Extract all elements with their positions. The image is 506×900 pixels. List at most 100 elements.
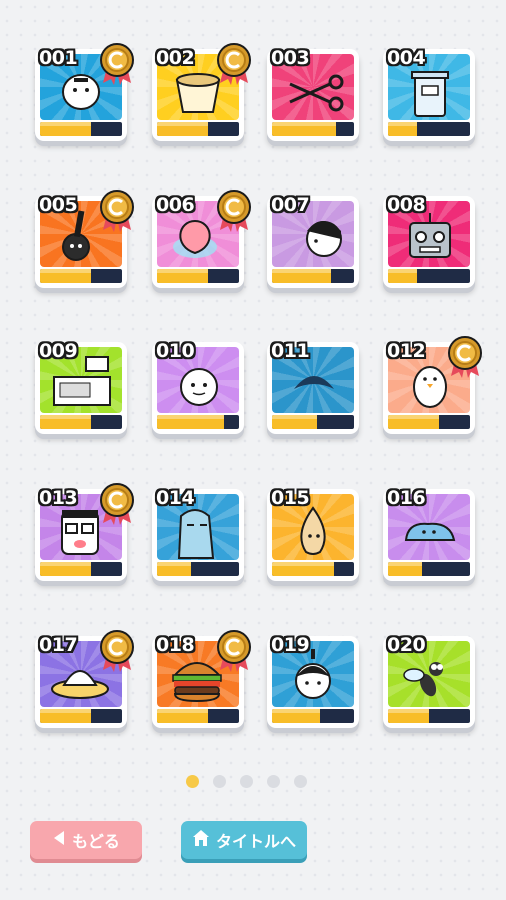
- page-dot[interactable]: [294, 775, 307, 788]
- progress-fill: [388, 415, 439, 429]
- gold-medal-icon: [97, 628, 137, 672]
- collection-card[interactable]: 009: [35, 340, 127, 434]
- gold-medal-icon: [214, 628, 254, 672]
- card-number: 020: [387, 634, 426, 656]
- collection-card[interactable]: 003: [267, 47, 359, 141]
- page-dot[interactable]: [240, 775, 253, 788]
- card-number: 013: [39, 487, 78, 509]
- card-number: 010: [156, 340, 195, 362]
- progress-fill: [40, 269, 91, 283]
- progress-bar: [272, 269, 354, 283]
- progress-fill: [157, 562, 192, 576]
- progress-fill: [40, 122, 91, 136]
- progress-bar: [40, 269, 122, 283]
- back-button[interactable]: もどる: [30, 821, 142, 859]
- collection-card[interactable]: 017: [35, 630, 134, 728]
- title-button-label: タイトルへ: [215, 832, 296, 851]
- page-dot[interactable]: [267, 775, 280, 788]
- progress-bar: [40, 415, 122, 429]
- progress-bar: [388, 122, 470, 136]
- progress-bar: [40, 562, 122, 576]
- progress-fill: [157, 269, 208, 283]
- progress-fill: [388, 122, 417, 136]
- card-number: 001: [39, 47, 78, 69]
- progress-bar: [388, 562, 470, 576]
- collection-card[interactable]: 002: [152, 43, 251, 141]
- title-button[interactable]: タイトルへ: [181, 821, 307, 859]
- gold-medal-icon: [445, 334, 485, 378]
- progress-bar: [272, 122, 354, 136]
- gold-medal-icon: [214, 41, 254, 85]
- progress-bar: [388, 415, 470, 429]
- progress-fill: [40, 415, 91, 429]
- home-icon: [192, 829, 210, 851]
- collection-card[interactable]: 015: [267, 487, 359, 581]
- card-number: 007: [271, 194, 310, 216]
- progress-fill: [388, 709, 429, 723]
- collection-card[interactable]: 011: [267, 340, 359, 434]
- progress-fill: [272, 562, 334, 576]
- collection-card[interactable]: 014: [152, 487, 244, 581]
- collection-card[interactable]: 020: [383, 634, 475, 728]
- progress-bar: [40, 122, 122, 136]
- progress-bar: [157, 122, 239, 136]
- collection-card[interactable]: 004: [383, 47, 475, 141]
- gold-medal-icon: [97, 481, 137, 525]
- progress-fill: [272, 122, 336, 136]
- progress-fill: [272, 709, 320, 723]
- collection-card[interactable]: 019: [267, 634, 359, 728]
- card-number: 011: [271, 340, 310, 362]
- progress-fill: [388, 562, 423, 576]
- progress-fill: [157, 415, 225, 429]
- card-number: 005: [39, 194, 78, 216]
- progress-bar: [40, 709, 122, 723]
- progress-fill: [157, 122, 208, 136]
- collection-card[interactable]: 006: [152, 190, 251, 288]
- progress-bar: [157, 562, 239, 576]
- card-number: 015: [271, 487, 310, 509]
- collection-grid: 001 002 003 004 005 006 007 008 009 010 011 012: [0, 0, 506, 760]
- card-number: 003: [271, 47, 310, 69]
- page-dot[interactable]: [213, 775, 226, 788]
- collection-card[interactable]: 018: [152, 630, 251, 728]
- progress-bar: [272, 415, 354, 429]
- card-number: 017: [39, 634, 78, 656]
- progress-fill: [272, 415, 318, 429]
- progress-fill: [40, 709, 91, 723]
- left-arrow-icon: [52, 830, 66, 850]
- collection-card[interactable]: 008: [383, 194, 475, 288]
- collection-card[interactable]: 016: [383, 487, 475, 581]
- progress-fill: [40, 562, 91, 576]
- collection-card[interactable]: 001: [35, 43, 134, 141]
- card-number: 008: [387, 194, 426, 216]
- gold-medal-icon: [97, 41, 137, 85]
- collection-card[interactable]: 012: [383, 336, 482, 434]
- card-number: 002: [156, 47, 195, 69]
- card-number: 018: [156, 634, 195, 656]
- progress-fill: [388, 269, 417, 283]
- card-number: 006: [156, 194, 195, 216]
- progress-bar: [388, 269, 470, 283]
- card-number: 019: [271, 634, 310, 656]
- progress-bar: [272, 709, 354, 723]
- page-dot[interactable]: [186, 775, 199, 788]
- progress-bar: [157, 709, 239, 723]
- progress-bar: [157, 415, 239, 429]
- card-number: 009: [39, 340, 78, 362]
- card-number: 014: [156, 487, 195, 509]
- collection-card[interactable]: 013: [35, 483, 134, 581]
- progress-fill: [272, 269, 332, 283]
- gold-medal-icon: [97, 188, 137, 232]
- progress-bar: [388, 709, 470, 723]
- progress-bar: [157, 269, 239, 283]
- card-number: 012: [387, 340, 426, 362]
- gold-medal-icon: [214, 188, 254, 232]
- card-number: 016: [387, 487, 426, 509]
- collection-card[interactable]: 005: [35, 190, 134, 288]
- progress-fill: [157, 709, 208, 723]
- collection-card[interactable]: 007: [267, 194, 359, 288]
- collection-card[interactable]: 010: [152, 340, 244, 434]
- back-button-label: もどる: [72, 832, 120, 851]
- card-number: 004: [387, 47, 426, 69]
- progress-bar: [272, 562, 354, 576]
